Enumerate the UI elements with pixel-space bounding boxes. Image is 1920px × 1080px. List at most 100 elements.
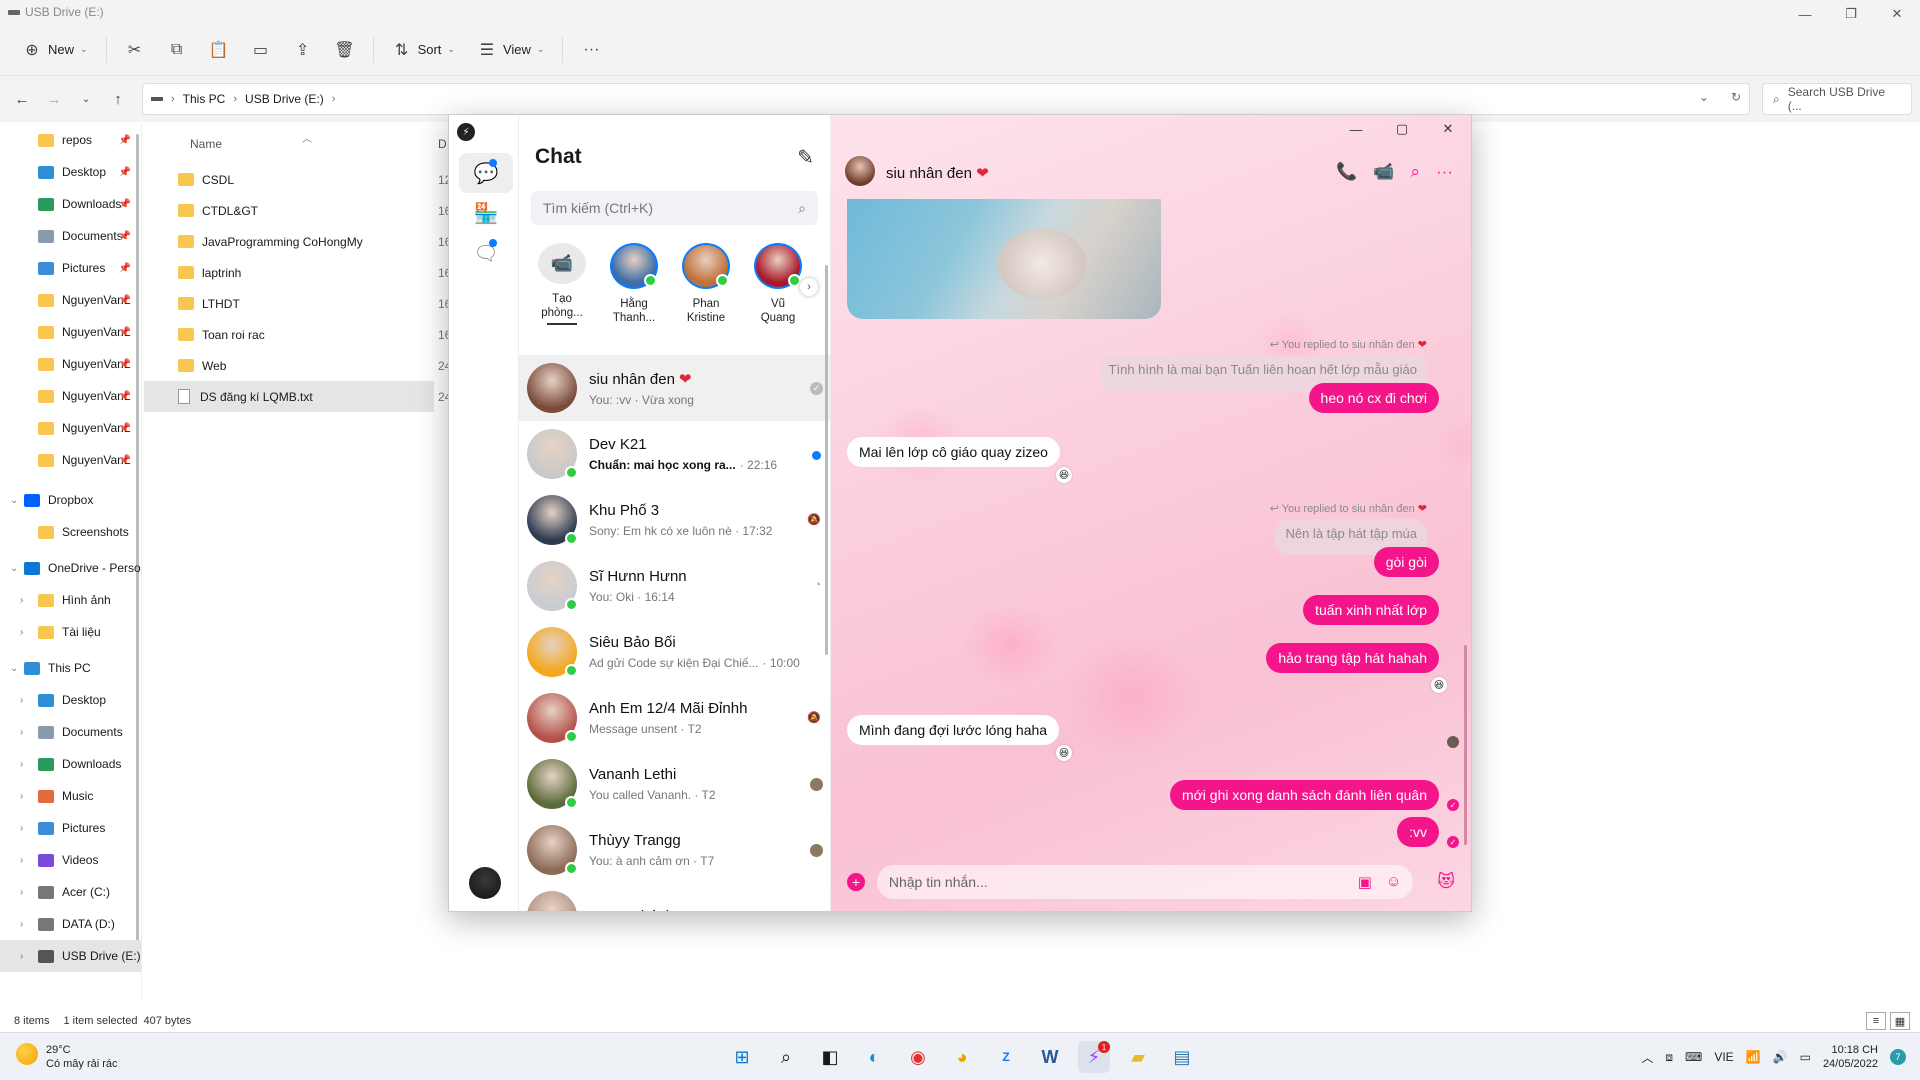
phone-icon[interactable]: 📞 xyxy=(1336,162,1357,182)
conversation-scrollbar[interactable] xyxy=(1464,645,1467,845)
conversation-item[interactable]: Thùyy Trangg You: à anh cảm ơn · T7 xyxy=(519,817,830,883)
rename-button[interactable]: ▭ xyxy=(243,34,279,66)
expand-chevron-icon[interactable]: › xyxy=(10,919,38,930)
paste-button[interactable]: 📋 xyxy=(201,34,237,66)
breadcrumb-usb-drive[interactable]: USB Drive (E:) xyxy=(245,92,324,106)
copy-button[interactable]: ⧉ xyxy=(159,34,195,66)
message-bubble-sent[interactable]: hảo trang tập hát hahah xyxy=(1266,643,1439,673)
delete-button[interactable]: 🗑 xyxy=(327,34,363,66)
contact-name[interactable]: siu nhân đen ❤ xyxy=(886,164,989,182)
expand-chevron-icon[interactable]: › xyxy=(10,791,38,802)
message-bubble-sent[interactable]: :vv xyxy=(1397,817,1439,847)
edge-app[interactable]: ◐ xyxy=(858,1041,890,1073)
view-button[interactable]: ☰ View ⌄ xyxy=(469,34,553,66)
nav-item[interactable]: Screenshots xyxy=(0,516,141,548)
file-row[interactable]: LTHDT 16 xyxy=(160,288,451,319)
expand-chevron-icon[interactable]: › xyxy=(10,951,38,962)
minimize-button[interactable]: — xyxy=(1782,0,1828,28)
expand-chevron-icon[interactable]: › xyxy=(10,727,38,738)
details-view-button[interactable]: ≡ xyxy=(1866,1012,1886,1030)
more-options-button[interactable]: ··· xyxy=(573,34,609,66)
stories-next-icon[interactable]: › xyxy=(800,278,818,296)
expand-chevron-icon[interactable]: › xyxy=(10,627,38,638)
nav-item[interactable]: › Downloads xyxy=(0,748,141,780)
zalo-app[interactable]: Z xyxy=(990,1041,1022,1073)
file-row[interactable]: DS đăng kí LQMB.txt 24 xyxy=(144,381,451,412)
nav-item[interactable]: NguyenVanL 📌 xyxy=(0,316,141,348)
file-row[interactable]: CSDL 12 xyxy=(160,164,451,195)
wifi-icon[interactable]: 📶 xyxy=(1746,1050,1761,1064)
address-bar[interactable]: › This PC › USB Drive (E:) › ⌄ ↻ xyxy=(142,83,1750,115)
expand-chevron-icon[interactable]: ⌄ xyxy=(10,663,24,674)
maximize-button[interactable]: ❐ xyxy=(1828,0,1874,28)
story-item[interactable]: Hằng Thanh... xyxy=(609,243,659,325)
compose-icon[interactable]: ✎ xyxy=(797,145,814,170)
laugh-reaction-icon[interactable]: 😆 xyxy=(1431,677,1447,693)
marketplace-tab[interactable]: 🏪 xyxy=(459,193,513,233)
file-explorer-app[interactable]: ▰ xyxy=(1122,1041,1154,1073)
expand-chevron-icon[interactable]: › xyxy=(10,695,38,706)
conversation-item[interactable]: Sĩ Hưnn Hưnn You: Oki · 16:14 ◔ xyxy=(519,553,830,619)
start-button[interactable]: ⊞ xyxy=(726,1041,758,1073)
nav-item[interactable]: NguyenVanL 📌 xyxy=(0,348,141,380)
message-bubble-received[interactable]: Mai lên lớp cô giáo quay zizeo xyxy=(847,437,1060,467)
nav-item[interactable]: NguyenVanL 📌 xyxy=(0,284,141,316)
nav-item[interactable]: › Tài liệu xyxy=(0,616,141,648)
file-row[interactable]: Web 24 xyxy=(160,350,451,381)
expand-chevron-icon[interactable]: › xyxy=(10,823,38,834)
message-bubble-received[interactable]: Mình đang đợi lước lóng haha xyxy=(847,715,1060,745)
emoji-icon[interactable]: ☺ xyxy=(1386,873,1401,891)
nav-item[interactable]: › Documents xyxy=(0,716,141,748)
conversation-item[interactable]: Khu Phố 3 Sony: Em hk có xe luôn nè · 17:… xyxy=(519,487,830,553)
input-language[interactable]: VIE xyxy=(1714,1050,1733,1064)
search-icon[interactable]: ⌕ xyxy=(1410,162,1420,182)
breadcrumb-this-pc[interactable]: This PC xyxy=(183,92,226,106)
create-room-story[interactable]: 📹 Tạo phòng... xyxy=(537,243,587,325)
expand-chevron-icon[interactable]: › xyxy=(10,855,38,866)
nav-item[interactable]: › DATA (D:) xyxy=(0,908,141,940)
expand-chevron-icon[interactable]: ⌄ xyxy=(10,563,24,574)
expand-chevron-icon[interactable]: ⌄ xyxy=(10,495,24,506)
keyboard-icon[interactable]: ⌨ xyxy=(1685,1050,1702,1064)
conversation-item[interactable]: Siêu Bảo Bối Ad gửi Code sự kiện Đại Chiế… xyxy=(519,619,830,685)
nav-item[interactable]: Desktop 📌 xyxy=(0,156,141,188)
new-button[interactable]: ⊕ New ⌄ xyxy=(14,34,96,66)
file-row[interactable]: laptrinh 16 xyxy=(160,257,451,288)
message-bubble-sent[interactable]: heo nó cx đi chơi xyxy=(1308,383,1439,413)
weather-widget[interactable]: 29°C Có mây rải rác xyxy=(16,1043,118,1071)
conversation-item[interactable]: siu nhân đen ❤ You: :vv · Vừa xong ✓ xyxy=(519,355,830,421)
message-bubble-sent[interactable]: gòi gòi xyxy=(1373,547,1439,577)
cut-button[interactable]: ✂ xyxy=(117,34,153,66)
recent-locations-button[interactable]: ⌄ xyxy=(72,85,100,113)
nav-item[interactable]: ⌄ OneDrive - Perso xyxy=(0,552,141,584)
video-call-icon[interactable]: 📹 xyxy=(1373,162,1394,182)
chat-list-scrollbar[interactable] xyxy=(825,265,828,655)
clock[interactable]: 10:18 CH 24/05/2022 xyxy=(1823,1043,1878,1071)
story-item[interactable]: Phan Kristine xyxy=(681,243,731,325)
file-row[interactable]: Toan roi rac 16 xyxy=(160,319,451,350)
quick-reaction-icon[interactable]: 😻 xyxy=(1437,872,1455,892)
show-hidden-icons[interactable]: ︿ xyxy=(1641,1049,1653,1066)
laugh-reaction-icon[interactable]: 😆 xyxy=(1056,745,1072,761)
up-button[interactable]: ↑ xyxy=(104,85,132,113)
nav-item[interactable]: NguyenVanL 📌 xyxy=(0,412,141,444)
nav-item[interactable]: › Music xyxy=(0,780,141,812)
file-row[interactable]: JavaProgramming CoHongMy 16 xyxy=(160,226,451,257)
add-attachment-icon[interactable]: + xyxy=(847,873,865,891)
notification-count[interactable]: 7 xyxy=(1890,1049,1906,1065)
column-name[interactable]: Name xyxy=(190,137,222,151)
nav-item[interactable]: › Hình ảnh xyxy=(0,584,141,616)
shared-photo[interactable] xyxy=(847,199,1161,319)
nav-item[interactable]: NguyenVanL 📌 xyxy=(0,380,141,412)
word-app[interactable]: W xyxy=(1034,1041,1066,1073)
more-icon[interactable]: ··· xyxy=(1436,162,1453,182)
task-view-button[interactable]: ◧ xyxy=(814,1041,846,1073)
close-button[interactable]: ✕ xyxy=(1874,0,1920,28)
nav-item[interactable]: › Acer (C:) xyxy=(0,876,141,908)
conversation-item[interactable]: Hưng Khánh xyxy=(519,883,830,911)
nav-item[interactable]: ⌄ Dropbox xyxy=(0,484,141,516)
column-date[interactable]: D xyxy=(438,137,447,151)
expand-chevron-icon[interactable]: › xyxy=(10,595,38,606)
nav-item[interactable]: NguyenVanL 📌 xyxy=(0,444,141,476)
requests-tab[interactable]: 🗨 xyxy=(459,233,513,273)
